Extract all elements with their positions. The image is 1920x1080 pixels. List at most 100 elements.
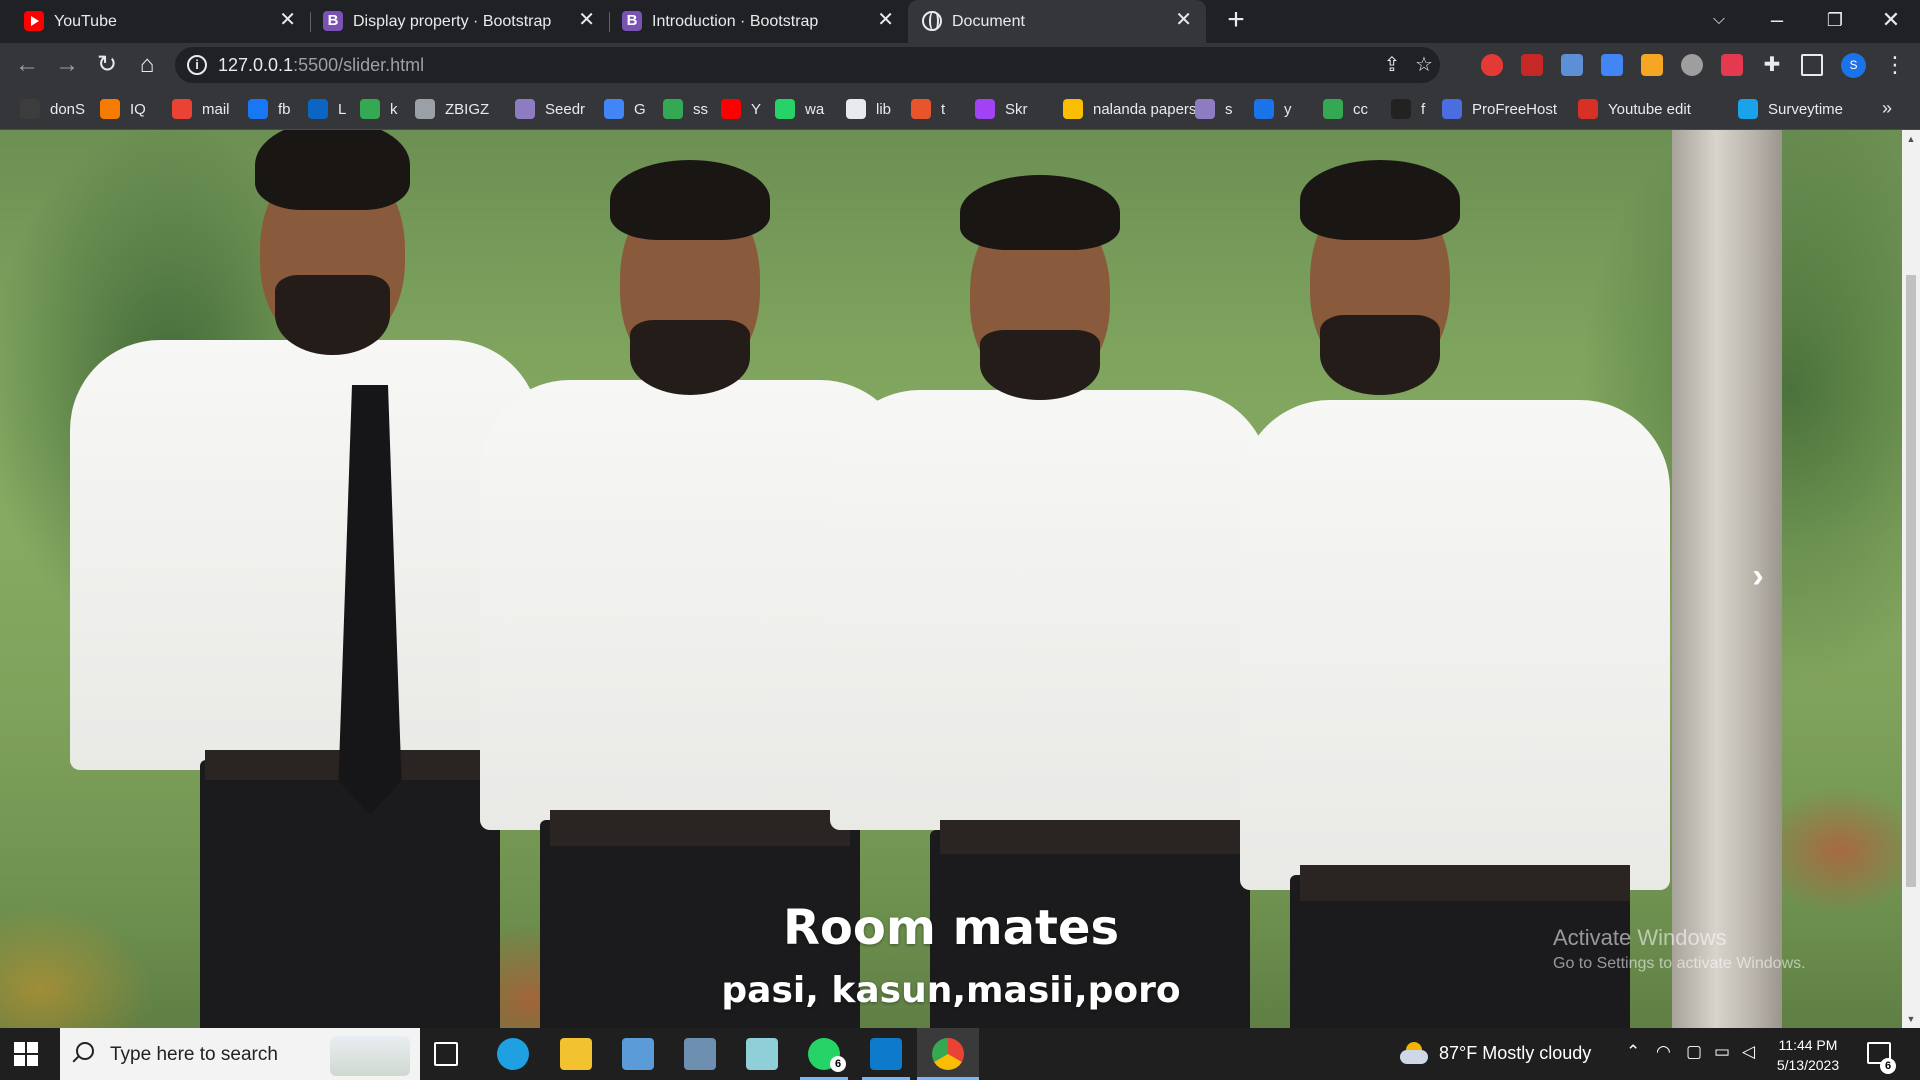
- bookmark-label: ss: [693, 100, 708, 118]
- bookmark-item[interactable]: mail: [172, 97, 230, 121]
- tab-title: Document: [952, 13, 1025, 30]
- windows-start-icon[interactable]: [14, 1042, 38, 1066]
- bookmark-label: y: [1284, 100, 1292, 118]
- bookmark-item[interactable]: ProFreeHost: [1442, 97, 1557, 121]
- profile-avatar[interactable]: S: [1841, 53, 1866, 78]
- bookmark-favicon-icon: [1195, 99, 1215, 119]
- bookmarks-overflow-chevron-icon[interactable]: »: [1882, 98, 1892, 119]
- bookmark-label: t: [941, 100, 946, 118]
- close-icon[interactable]: ✕: [1175, 10, 1192, 30]
- carousel-next-button[interactable]: ›: [1738, 556, 1778, 596]
- bookmark-label: s: [1225, 100, 1233, 118]
- device-icon[interactable]: ▢: [1686, 1042, 1702, 1062]
- battery-icon[interactable]: ▭: [1714, 1042, 1730, 1062]
- restore-icon[interactable]: ❐: [1806, 0, 1864, 43]
- close-icon[interactable]: ✕: [578, 10, 595, 30]
- bookmark-item[interactable]: lib: [846, 97, 891, 121]
- extension-video-icon[interactable]: [1521, 54, 1543, 76]
- tab-search-chevron-icon[interactable]: ⌵: [1690, 0, 1748, 43]
- url-text[interactable]: 127.0.0.1:5500/slider.html: [218, 55, 424, 76]
- bookmark-item[interactable]: Y: [721, 97, 761, 121]
- share-icon[interactable]: ⇪: [1380, 53, 1404, 77]
- bookmark-favicon-icon: [1578, 99, 1598, 119]
- bookmark-item[interactable]: cc: [1323, 97, 1368, 121]
- computer-app-icon[interactable]: [622, 1038, 654, 1070]
- weather-cloudy-icon[interactable]: [1398, 1040, 1430, 1068]
- page-scrollbar[interactable]: ▲ ▼: [1902, 130, 1920, 1028]
- bookmark-item[interactable]: s: [1195, 97, 1233, 121]
- back-icon[interactable]: ←: [12, 50, 42, 80]
- window-close-icon[interactable]: ✕: [1862, 0, 1920, 43]
- bookmark-favicon-icon: [846, 99, 866, 119]
- task-view-icon[interactable]: [434, 1042, 458, 1066]
- weather-text[interactable]: 87°F Mostly cloudy: [1439, 1043, 1591, 1064]
- bookmark-label: mail: [202, 100, 230, 118]
- calculator-icon[interactable]: [684, 1038, 716, 1070]
- address-bar[interactable]: i 127.0.0.1:5500/slider.html ⇪ ☆: [175, 47, 1440, 83]
- forward-icon[interactable]: →: [52, 50, 82, 80]
- tab-introduction[interactable]: B Introduction · Bootstrap ✕: [610, 0, 908, 43]
- vscode-icon[interactable]: [870, 1038, 902, 1070]
- tab-strip: YouTube ✕ B Display property · Bootstrap…: [0, 0, 1920, 43]
- bookmark-favicon-icon: [911, 99, 931, 119]
- volume-icon[interactable]: ◁: [1742, 1042, 1755, 1062]
- bookmark-item[interactable]: f: [1391, 97, 1425, 121]
- wifi-icon[interactable]: ◠: [1656, 1042, 1671, 1062]
- file-explorer-icon[interactable]: [560, 1038, 592, 1070]
- bookmark-favicon-icon: [604, 99, 624, 119]
- show-hidden-icons-chevron-icon[interactable]: ⌃: [1626, 1042, 1640, 1062]
- reload-icon[interactable]: ↻: [92, 50, 122, 80]
- bookmark-label: f: [1421, 100, 1426, 118]
- bookmark-favicon-icon: [172, 99, 192, 119]
- bookmark-item[interactable]: IQ: [100, 97, 146, 121]
- chrome-icon[interactable]: [932, 1038, 964, 1070]
- bookmark-label: lib: [876, 100, 892, 118]
- clock-time: 11:44 PM: [1778, 1037, 1838, 1053]
- site-info-icon[interactable]: i: [187, 55, 207, 75]
- scroll-down-arrow-icon[interactable]: ▼: [1906, 1014, 1916, 1024]
- extension-translate-icon[interactable]: [1601, 54, 1623, 76]
- home-icon[interactable]: ⌂: [132, 50, 162, 80]
- bookmark-item[interactable]: Youtube edit: [1578, 97, 1691, 121]
- bookmark-item[interactable]: Skr: [975, 97, 1028, 121]
- bookmark-label: Y: [751, 100, 762, 118]
- tab-display-property[interactable]: B Display property · Bootstrap ✕: [311, 0, 609, 43]
- close-icon[interactable]: ✕: [877, 10, 894, 30]
- bookmark-item[interactable]: donS: [20, 97, 85, 121]
- extension-red-icon[interactable]: [1481, 54, 1503, 76]
- new-tab-button[interactable]: +: [1221, 5, 1251, 36]
- bookmark-item[interactable]: y: [1254, 97, 1292, 121]
- bookmark-item[interactable]: ss: [663, 97, 708, 121]
- search-highlight-image: [330, 1036, 410, 1076]
- bookmark-item[interactable]: k: [360, 97, 398, 121]
- bookmark-label: G: [634, 100, 646, 118]
- extensions-puzzle-icon[interactable]: ✚: [1761, 54, 1783, 76]
- extension-orange-icon[interactable]: [1641, 54, 1663, 76]
- bookmark-star-icon[interactable]: ☆: [1412, 53, 1436, 77]
- edge-browser-icon[interactable]: [497, 1038, 529, 1070]
- bookmark-item[interactable]: Seedr: [515, 97, 585, 121]
- scrollbar-thumb[interactable]: [1906, 275, 1916, 887]
- bookmark-item[interactable]: ZBIGZ: [415, 97, 489, 121]
- extension-cloud-icon[interactable]: [1681, 54, 1703, 76]
- bookmark-item[interactable]: fb: [248, 97, 291, 121]
- bookmark-item[interactable]: wa: [775, 97, 824, 121]
- tab-document[interactable]: Document ✕: [908, 0, 1206, 43]
- bookmark-item[interactable]: Surveytime: [1738, 97, 1843, 121]
- menu-kebab-icon[interactable]: ⋮: [1884, 51, 1906, 79]
- bookmark-item[interactable]: L: [308, 97, 346, 121]
- extension-save-icon[interactable]: [1561, 54, 1583, 76]
- side-panel-icon[interactable]: [1801, 54, 1823, 76]
- app-icon[interactable]: [746, 1038, 778, 1070]
- bookmark-item[interactable]: nalanda papers: [1063, 97, 1196, 121]
- minimize-icon[interactable]: –: [1748, 0, 1806, 43]
- bookmark-item[interactable]: t: [911, 97, 945, 121]
- bookmark-label: donS: [50, 100, 86, 118]
- tab-youtube[interactable]: YouTube ✕: [0, 0, 310, 43]
- taskbar-search-box[interactable]: Type here to search: [60, 1028, 420, 1080]
- scroll-up-arrow-icon[interactable]: ▲: [1906, 134, 1916, 144]
- extension-pocket-icon[interactable]: [1721, 54, 1743, 76]
- system-clock[interactable]: 11:44 PM 5/13/2023: [1768, 1035, 1848, 1075]
- close-icon[interactable]: ✕: [279, 10, 296, 30]
- bookmark-item[interactable]: G: [604, 97, 646, 121]
